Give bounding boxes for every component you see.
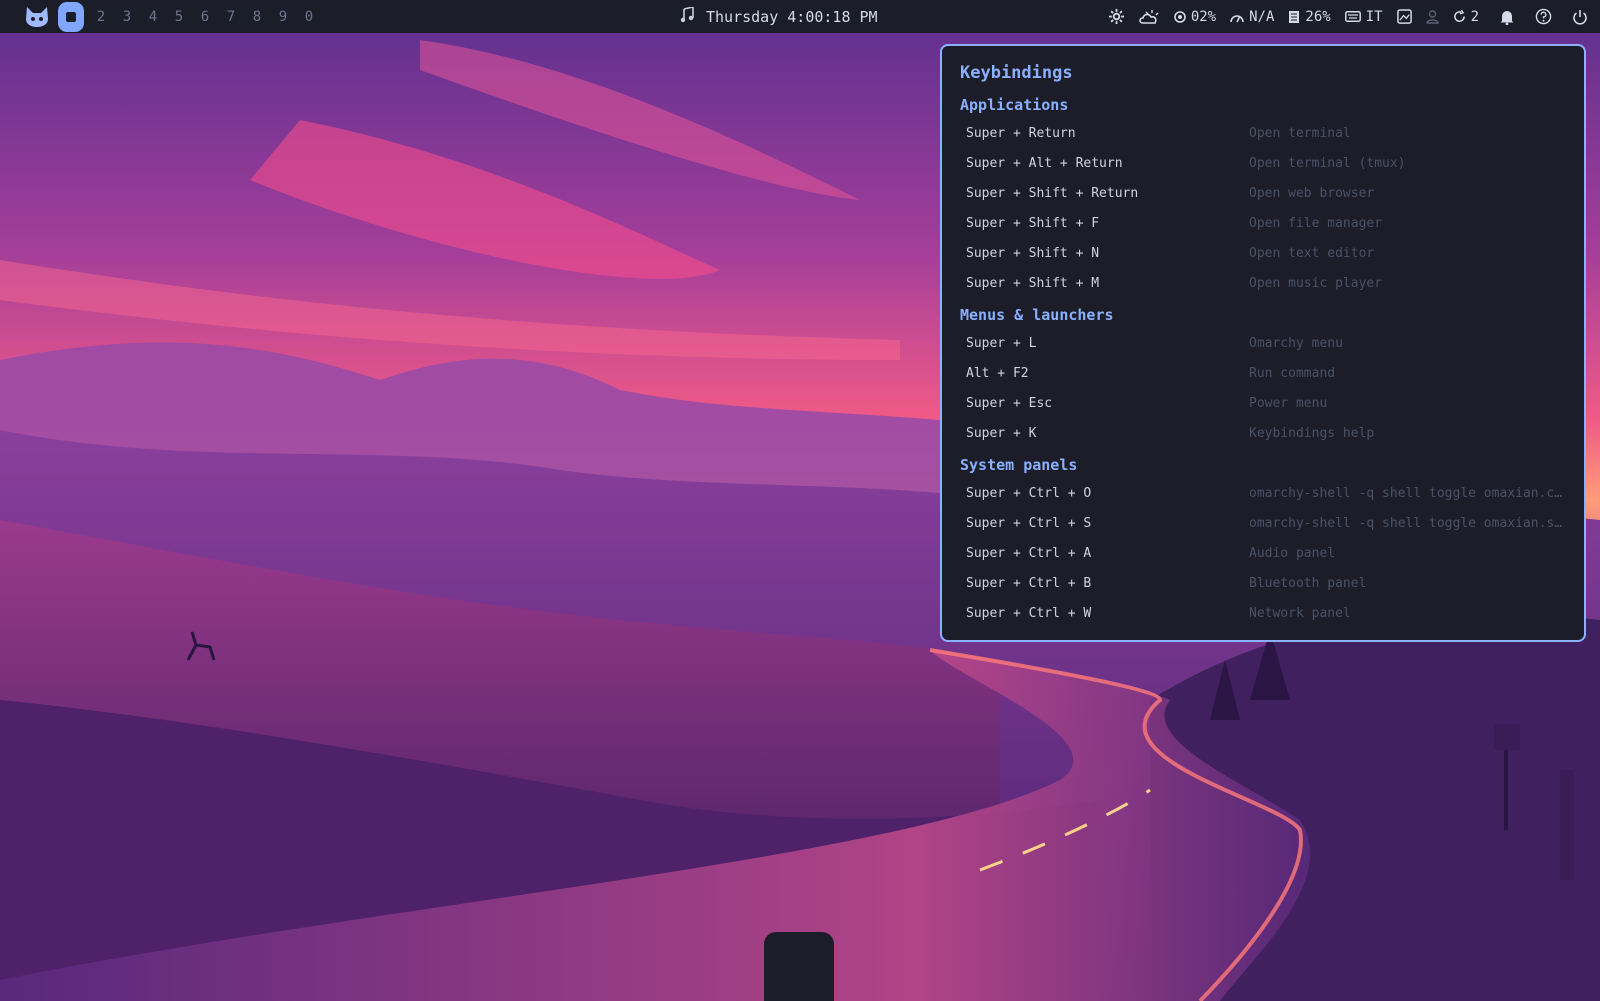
keybinding-description: Open text editor <box>1249 246 1375 261</box>
keybinding-row[interactable]: Super + Shift + N Open text editor <box>960 246 1568 276</box>
memory-value: 26% <box>1305 8 1331 25</box>
keybinding-row[interactable]: Super + Ctrl + W Network panel <box>960 606 1568 624</box>
workspace-2[interactable]: 2 <box>88 9 114 25</box>
keybinding-key: Super + Ctrl + A <box>966 546 1092 561</box>
keybinding-key: Super + K <box>966 426 1037 441</box>
keybinding-row[interactable]: Super + L Omarchy menu <box>960 336 1568 366</box>
clock-widget[interactable]: Thursday 4:00:18 PM <box>680 0 878 33</box>
keybinding-key: Super + Esc <box>966 396 1053 411</box>
keybinding-row[interactable]: Super + K Keybindings help <box>960 426 1568 456</box>
keybinding-key: Super + Shift + Return <box>966 186 1139 201</box>
keybinding-row[interactable]: Alt + F2 Run command <box>960 366 1568 396</box>
clock-text: Thursday 4:00:18 PM <box>706 7 878 26</box>
keybinding-row[interactable]: Super + Shift + F Open file manager <box>960 216 1568 246</box>
desktop: 2 3 4 5 6 7 8 9 0 Thursday 4:00:18 PM 02… <box>0 0 1600 1001</box>
keybindings-title: Keybindings <box>960 63 1073 83</box>
keybinding-description: Open music player <box>1249 276 1383 291</box>
speed-widget[interactable]: N/A <box>1230 9 1274 25</box>
bell-icon[interactable] <box>1499 9 1515 25</box>
section-heading: Menus & launchers <box>960 306 1114 324</box>
keybinding-row[interactable]: Super + Ctrl + O omarchy-shell -q shell t… <box>960 486 1568 516</box>
workspace-0[interactable]: 0 <box>296 9 322 25</box>
keybinding-row[interactable]: Super + Ctrl + B Bluetooth panel <box>960 576 1568 606</box>
memory-widget[interactable]: 26% <box>1288 8 1331 25</box>
system-tray: 02% N/A 26% IT 2 <box>1108 0 1588 33</box>
keybinding-row[interactable]: Super + Esc Power menu <box>960 396 1568 426</box>
keybindings-list[interactable]: Applications Super + Return Open terminal… <box>960 96 1568 624</box>
keybinding-description: Audio panel <box>1249 546 1336 561</box>
keybinding-key: Super + Ctrl + B <box>966 576 1092 591</box>
keybinding-key: Super + Ctrl + W <box>966 606 1092 621</box>
user-icon[interactable] <box>1425 9 1439 24</box>
keyboard-layout-value: IT <box>1365 8 1383 25</box>
keybinding-description: Omarchy menu <box>1249 336 1343 351</box>
keybindings-panel: Keybindings Applications Super + Return O… <box>940 44 1586 642</box>
keybinding-description: omarchy-shell -q shell toggle omaxian.co… <box>1249 486 1568 501</box>
keybinding-description: Bluetooth panel <box>1249 576 1367 591</box>
cat-icon[interactable] <box>24 4 50 30</box>
section-system-panels: System panels Super + Ctrl + O omarchy-sh… <box>960 456 1568 624</box>
cpu-widget[interactable]: 02% <box>1174 9 1216 25</box>
workspace-3[interactable]: 3 <box>114 9 140 25</box>
keybinding-description: Open web browser <box>1249 186 1375 201</box>
workspace-9[interactable]: 9 <box>270 9 296 25</box>
workspace-6[interactable]: 6 <box>192 9 218 25</box>
weather-icon[interactable] <box>1138 9 1160 25</box>
section-menus-launchers: Menus & launchers Super + L Omarchy menu … <box>960 306 1568 456</box>
keybinding-description: Open file manager <box>1249 216 1383 231</box>
keybinding-key: Super + Alt + Return <box>966 156 1123 171</box>
screenshot-icon[interactable] <box>1396 9 1412 24</box>
keybinding-key: Super + Shift + M <box>966 276 1100 291</box>
keybinding-description: Run command <box>1249 366 1336 381</box>
top-bar: 2 3 4 5 6 7 8 9 0 Thursday 4:00:18 PM 02… <box>0 0 1600 33</box>
keybinding-key: Super + Ctrl + O <box>966 486 1092 501</box>
keybinding-description: Keybindings help <box>1249 426 1375 441</box>
keybinding-key: Super + Ctrl + S <box>966 516 1092 531</box>
workspace-1-active[interactable] <box>58 1 84 32</box>
workspace-switcher: 2 3 4 5 6 7 8 9 0 <box>24 1 322 32</box>
memory-icon <box>1288 10 1300 24</box>
keybinding-description: Open terminal (tmux) <box>1249 156 1406 171</box>
section-heading: Applications <box>960 96 1069 114</box>
keybinding-row[interactable]: Super + Ctrl + A Audio panel <box>960 546 1568 576</box>
keybinding-key: Super + Return <box>966 126 1076 141</box>
cpu-value: 02% <box>1190 8 1217 25</box>
keybinding-key: Super + Shift + N <box>966 246 1100 261</box>
keybinding-key: Super + Shift + F <box>966 216 1100 231</box>
help-icon[interactable] <box>1535 8 1552 25</box>
keybinding-row[interactable]: Super + Ctrl + S omarchy-shell -q shell t… <box>960 516 1568 546</box>
keybinding-row[interactable]: Super + Shift + Return Open web browser <box>960 186 1568 216</box>
speedometer-icon <box>1230 11 1244 23</box>
keybinding-row[interactable]: Super + Alt + Return Open terminal (tmux) <box>960 156 1568 186</box>
cpu-icon <box>1174 10 1186 23</box>
keyboard-icon <box>1344 11 1361 22</box>
keybinding-description: Network panel <box>1249 606 1351 621</box>
dock[interactable] <box>764 932 834 1001</box>
update-icon <box>1453 10 1466 23</box>
workspace-8[interactable]: 8 <box>244 9 270 25</box>
section-applications: Applications Super + Return Open terminal… <box>960 96 1568 306</box>
keyboard-layout-widget[interactable]: IT <box>1344 8 1383 25</box>
updates-widget[interactable]: 2 <box>1453 9 1479 25</box>
section-heading: System panels <box>960 456 1078 474</box>
keybinding-key: Super + L <box>966 336 1037 351</box>
power-icon[interactable] <box>1572 9 1588 25</box>
keybinding-description: omarchy-shell -q shell toggle omaxian.se… <box>1249 516 1568 531</box>
keybinding-row[interactable]: Super + Return Open terminal <box>960 126 1568 156</box>
updates-count: 2 <box>1470 8 1479 25</box>
keybinding-row[interactable]: Super + Shift + M Open music player <box>960 276 1568 306</box>
active-workspace-icon <box>66 11 76 22</box>
keybinding-key: Alt + F2 <box>966 366 1029 381</box>
workspace-4[interactable]: 4 <box>140 9 166 25</box>
gear-icon[interactable] <box>1108 9 1124 24</box>
workspace-5[interactable]: 5 <box>166 9 192 25</box>
speed-value: N/A <box>1249 8 1275 25</box>
keybinding-description: Open terminal <box>1249 126 1351 141</box>
workspace-7[interactable]: 7 <box>218 9 244 25</box>
music-note-icon[interactable] <box>680 5 694 27</box>
keybinding-description: Power menu <box>1249 396 1328 411</box>
